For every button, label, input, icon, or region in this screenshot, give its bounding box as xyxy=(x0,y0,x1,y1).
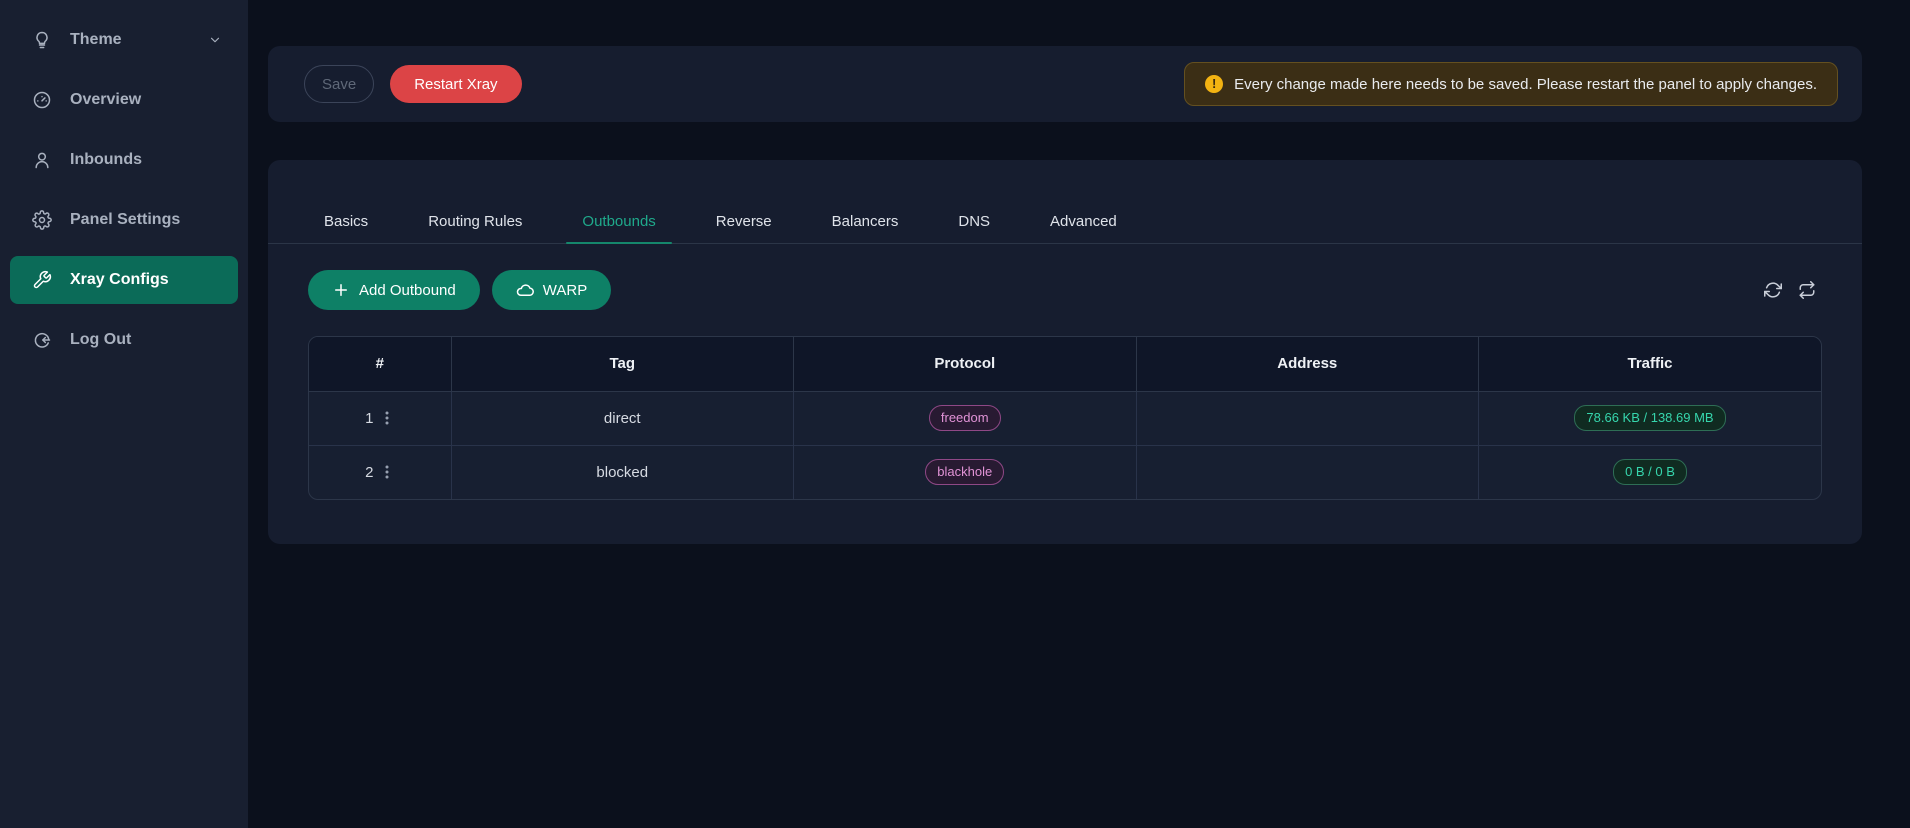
warning-icon: ! xyxy=(1205,75,1223,93)
sidebar-item-label: Log Out xyxy=(70,331,131,349)
protocol-badge: blackhole xyxy=(925,459,1004,485)
column-header-traffic: Traffic xyxy=(1479,337,1822,391)
address-cell xyxy=(1136,445,1479,499)
row-menu-icon[interactable] xyxy=(380,410,394,426)
column-header-address: Address xyxy=(1136,337,1479,391)
add-outbound-label: Add Outbound xyxy=(359,282,456,299)
tag-cell: direct xyxy=(451,391,794,445)
protocol-badge: freedom xyxy=(929,405,1001,431)
user-icon xyxy=(32,150,52,170)
table-row: 1 direct freedom 78.66 KB / 138.69 xyxy=(309,391,1821,445)
sidebar-item-inbounds[interactable]: Inbounds xyxy=(10,136,238,184)
main-content: Save Restart Xray ! Every change made he… xyxy=(248,0,1910,828)
app-window: Theme Overview Inbounds Panel Settings xyxy=(0,0,1910,828)
save-button[interactable]: Save xyxy=(304,65,374,103)
column-header-index: # xyxy=(309,337,451,391)
tag-cell: blocked xyxy=(451,445,794,499)
sidebar: Theme Overview Inbounds Panel Settings xyxy=(0,0,248,828)
row-menu-icon[interactable] xyxy=(380,464,394,480)
logout-icon xyxy=(32,330,52,350)
tab-dns[interactable]: DNS xyxy=(942,200,1006,243)
unsaved-changes-alert: ! Every change made here needs to be sav… xyxy=(1184,62,1838,106)
sidebar-item-label: Inbounds xyxy=(70,151,142,169)
row-index: 2 xyxy=(365,464,373,481)
column-header-protocol: Protocol xyxy=(794,337,1137,391)
tab-balancers[interactable]: Balancers xyxy=(816,200,915,243)
row-index: 1 xyxy=(365,410,373,427)
config-tabs: Basics Routing Rules Outbounds Reverse B… xyxy=(268,200,1862,244)
add-outbound-button[interactable]: Add Outbound xyxy=(308,270,480,310)
warp-button[interactable]: WARP xyxy=(492,270,611,310)
toolbar-buttons: Add Outbound WARP xyxy=(308,270,611,310)
traffic-badge: 0 B / 0 B xyxy=(1613,459,1687,485)
column-header-tag: Tag xyxy=(451,337,794,391)
sidebar-item-label: Overview xyxy=(70,91,141,109)
tab-routing-rules[interactable]: Routing Rules xyxy=(412,200,538,243)
refresh-icon[interactable] xyxy=(1764,281,1782,299)
action-bar-buttons: Save Restart Xray xyxy=(304,65,522,103)
repeat-icon[interactable] xyxy=(1798,281,1816,299)
plus-icon xyxy=(332,281,350,299)
gear-icon xyxy=(32,210,52,230)
gauge-icon xyxy=(32,90,52,110)
sidebar-item-theme[interactable]: Theme xyxy=(10,16,238,64)
lightbulb-icon xyxy=(32,30,52,50)
tab-outbounds[interactable]: Outbounds xyxy=(566,200,671,243)
sidebar-item-log-out[interactable]: Log Out xyxy=(10,316,238,364)
warp-label: WARP xyxy=(543,282,587,299)
tab-basics[interactable]: Basics xyxy=(308,200,384,243)
restart-xray-button[interactable]: Restart Xray xyxy=(390,65,521,103)
tab-reverse[interactable]: Reverse xyxy=(700,200,788,243)
sidebar-item-label: Xray Configs xyxy=(70,271,169,289)
toolbar-icon-buttons xyxy=(1764,281,1822,299)
alert-text: Every change made here needs to be saved… xyxy=(1234,76,1817,93)
chevron-down-icon xyxy=(208,33,222,47)
sidebar-item-overview[interactable]: Overview xyxy=(10,76,238,124)
sidebar-item-label: Panel Settings xyxy=(70,211,180,229)
outbounds-panel: Add Outbound WARP xyxy=(268,244,1862,500)
cloud-icon xyxy=(516,281,534,299)
sidebar-item-xray-configs[interactable]: Xray Configs xyxy=(10,256,238,304)
outbounds-table: # Tag Protocol Address Traffic xyxy=(308,336,1822,500)
sidebar-item-label: Theme xyxy=(70,31,122,49)
table-header-row: # Tag Protocol Address Traffic xyxy=(309,337,1821,391)
tab-advanced[interactable]: Advanced xyxy=(1034,200,1133,243)
sidebar-item-panel-settings[interactable]: Panel Settings xyxy=(10,196,238,244)
traffic-badge: 78.66 KB / 138.69 MB xyxy=(1574,405,1725,431)
action-bar: Save Restart Xray ! Every change made he… xyxy=(268,46,1862,122)
xray-config-card: Basics Routing Rules Outbounds Reverse B… xyxy=(268,160,1862,544)
address-cell xyxy=(1136,391,1479,445)
outbounds-toolbar: Add Outbound WARP xyxy=(308,270,1822,310)
wrench-icon xyxy=(32,270,52,290)
table-row: 2 blocked blackhole 0 B / 0 B xyxy=(309,445,1821,499)
